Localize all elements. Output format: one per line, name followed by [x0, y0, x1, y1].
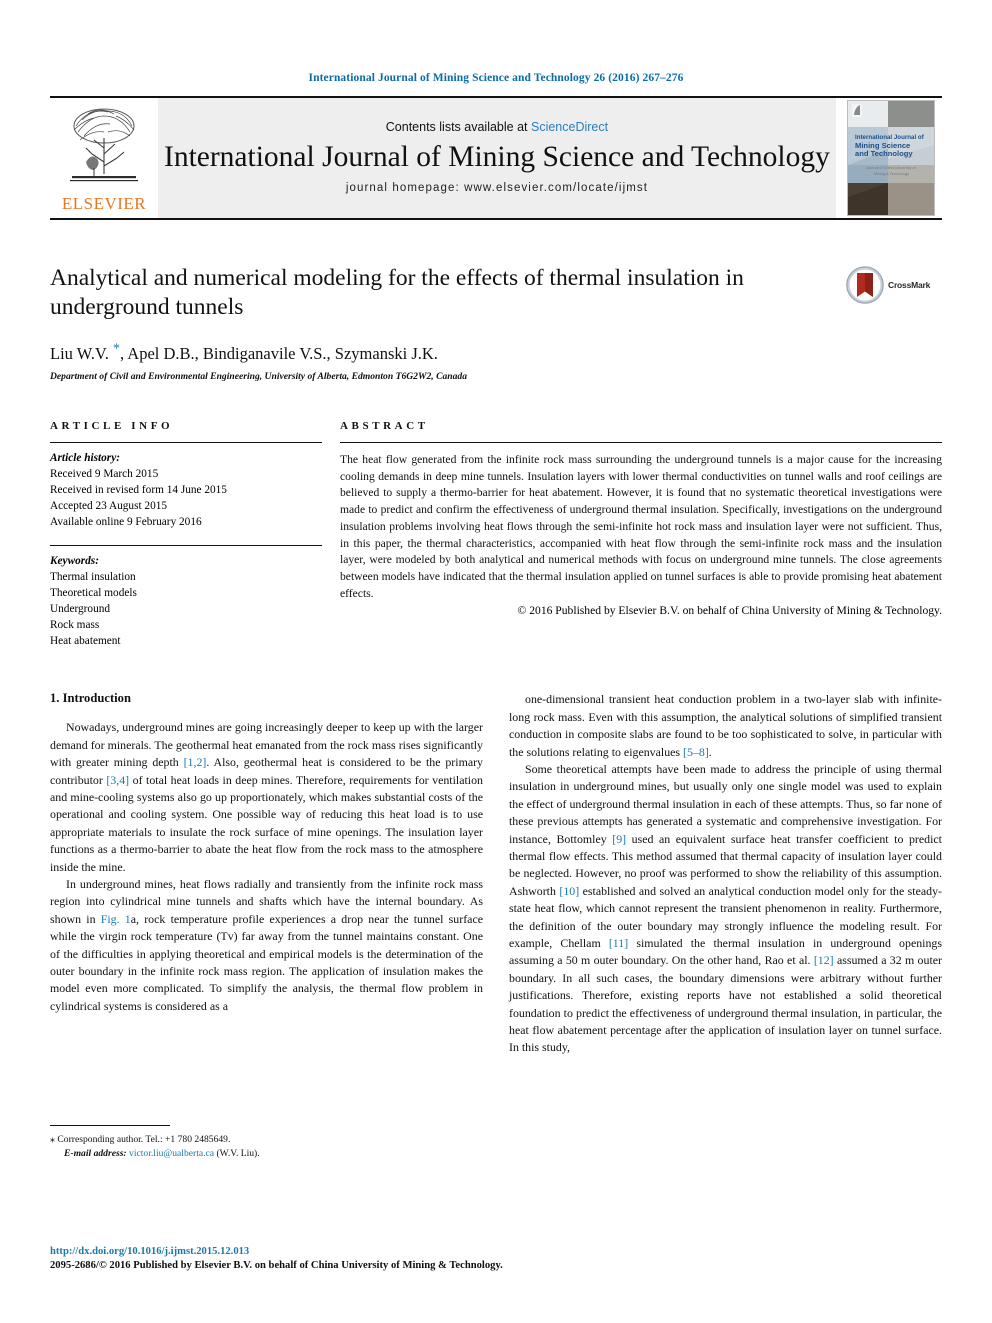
journal-masthead: ELSEVIER Contents lists available at Sci…: [50, 96, 946, 220]
footnote-block: ⁎ Corresponding author. Tel.: +1 780 248…: [50, 1124, 483, 1162]
contents-available-line: Contents lists available at ScienceDirec…: [386, 120, 608, 134]
keyword-item: Thermal insulation: [50, 570, 136, 583]
footnote-rule: [50, 1124, 170, 1126]
citation-link[interactable]: [9]: [612, 832, 626, 846]
abstract-heading: ABSTRACT: [340, 419, 429, 432]
svg-text:International Journal of: International Journal of: [855, 134, 925, 141]
journal-title: International Journal of Mining Science …: [164, 140, 830, 173]
email-note: E-mail address: victor.liu@ualberta.ca (…: [50, 1147, 483, 1161]
author-names: Liu W.V. *, Apel D.B., Bindiganavile V.S…: [50, 341, 438, 363]
asterisk-icon: ⁎: [50, 1133, 55, 1145]
right-paragraphs: one-dimensional transient heat conductio…: [509, 691, 942, 1057]
contents-prefix: Contents lists available at: [385, 119, 531, 134]
body-columns: 1. Introduction Nowadays, underground mi…: [50, 691, 942, 1161]
citation-link[interactable]: [3,4]: [106, 773, 129, 787]
corresponding-author-note: ⁎ Corresponding author. Tel.: +1 780 248…: [50, 1132, 483, 1147]
page-title: Analytical and numerical modeling for th…: [50, 265, 744, 320]
keyword-item: Theoretical models: [50, 586, 137, 599]
paragraph-text: one-dimensional transient heat conductio…: [509, 692, 942, 759]
keywords-block: Keywords: Thermal insulation Theoretical…: [50, 546, 322, 650]
article-history-label: Article history:: [50, 451, 120, 464]
citation-link[interactable]: Fig. 1: [101, 912, 131, 926]
history-item: Received 9 March 2015: [50, 467, 159, 480]
citation-link[interactable]: [12]: [814, 953, 834, 967]
masthead-center: Contents lists available at ScienceDirec…: [158, 98, 836, 218]
citation-link[interactable]: [11]: [609, 936, 628, 950]
keyword-item: Rock mass: [50, 619, 100, 632]
corresponding-author-text: Corresponding author. Tel.: +1 780 24856…: [57, 1133, 231, 1145]
elsevier-wordmark: ELSEVIER: [61, 194, 147, 213]
crossmark-label: CrossMark: [888, 280, 931, 290]
doi-link[interactable]: http://dx.doi.org/10.1016/j.ijmst.2015.1…: [50, 1245, 942, 1259]
body-column-right: one-dimensional transient heat conductio…: [509, 691, 942, 1161]
sciencedirect-link[interactable]: ScienceDirect: [531, 120, 608, 134]
paragraph-text: assumed a 32 m outer boundary. In all su…: [509, 953, 942, 1055]
crossmark-badge[interactable]: CrossMark: [846, 264, 942, 306]
journal-cover-thumbnail: International Journal of Mining Science …: [846, 100, 935, 216]
elsevier-logo: ELSEVIER: [50, 98, 158, 218]
body-paragraph: In underground mines, heat flows radiall…: [50, 876, 483, 1015]
email-label: E-mail address:: [64, 1147, 127, 1159]
article-history-block: Article history: Received 9 March 2015 R…: [50, 443, 322, 531]
keyword-item: Underground: [50, 602, 111, 615]
svg-text:Mining & Technology: Mining & Technology: [874, 172, 909, 176]
body-paragraph: Some theoretical attempts have been made…: [509, 761, 942, 1057]
cover-art: International Journal of Mining Science …: [847, 101, 934, 215]
abstract-text: The heat flow generated from the infinit…: [340, 452, 942, 600]
citation-link[interactable]: [5–8]: [683, 745, 709, 759]
keywords-label: Keywords:: [50, 554, 99, 567]
history-item: Available online 9 February 2016: [50, 516, 202, 529]
left-paragraphs: Nowadays, underground mines are going in…: [50, 719, 483, 1015]
svg-text:and Technology: and Technology: [855, 149, 913, 158]
body-column-left: 1. Introduction Nowadays, underground mi…: [50, 691, 483, 1161]
paragraph-text: a, rock temperature profile experiences …: [50, 911, 483, 1013]
paper-page: International Journal of Mining Science …: [0, 0, 992, 1323]
author-list: Liu W.V. *, Apel D.B., Bindiganavile V.S…: [50, 341, 942, 364]
history-item: Received in revised form 14 June 2015: [50, 484, 227, 497]
citation-link[interactable]: [1,2]: [184, 755, 207, 769]
running-head: International Journal of Mining Science …: [308, 72, 684, 84]
email-suffix: (W.V. Liu).: [216, 1147, 260, 1159]
elsevier-tree-icon: [70, 108, 138, 182]
svg-text:Journal of China University of: Journal of China University of: [866, 166, 917, 170]
journal-homepage[interactable]: journal homepage: www.elsevier.com/locat…: [346, 182, 648, 194]
keyword-item: Heat abatement: [50, 635, 121, 648]
citation-link[interactable]: [10]: [559, 884, 579, 898]
info-abstract-section: ARTICLE INFO Article history: Received 9…: [50, 420, 942, 650]
body-paragraph: one-dimensional transient heat conductio…: [509, 691, 942, 761]
article-info-column: ARTICLE INFO Article history: Received 9…: [50, 420, 340, 650]
abstract-copyright: © 2016 Published by Elsevier B.V. on beh…: [517, 603, 942, 617]
author-affiliation: Department of Civil and Environmental En…: [50, 370, 468, 382]
paragraph-text: .: [708, 744, 712, 759]
crossmark-icon: [846, 266, 884, 304]
page-footer: http://dx.doi.org/10.1016/j.ijmst.2015.1…: [50, 1245, 942, 1273]
email-link[interactable]: victor.liu@ualberta.ca: [129, 1148, 214, 1159]
history-item: Accepted 23 August 2015: [50, 500, 168, 513]
journal-cover-cell: International Journal of Mining Science …: [835, 98, 946, 218]
corresponding-asterisk: *: [112, 341, 120, 357]
title-block: Analytical and numerical modeling for th…: [50, 264, 942, 382]
body-paragraph: Nowadays, underground mines are going in…: [50, 719, 483, 876]
section-heading-introduction: 1. Introduction: [50, 691, 131, 706]
paragraph-text: of total heat loads in deep mines. There…: [50, 772, 483, 874]
issn-copyright-line: 2095-2686/© 2016 Published by Elsevier B…: [50, 1259, 503, 1271]
abstract-column: ABSTRACT The heat flow generated from th…: [340, 420, 942, 650]
article-info-heading: ARTICLE INFO: [50, 419, 174, 432]
